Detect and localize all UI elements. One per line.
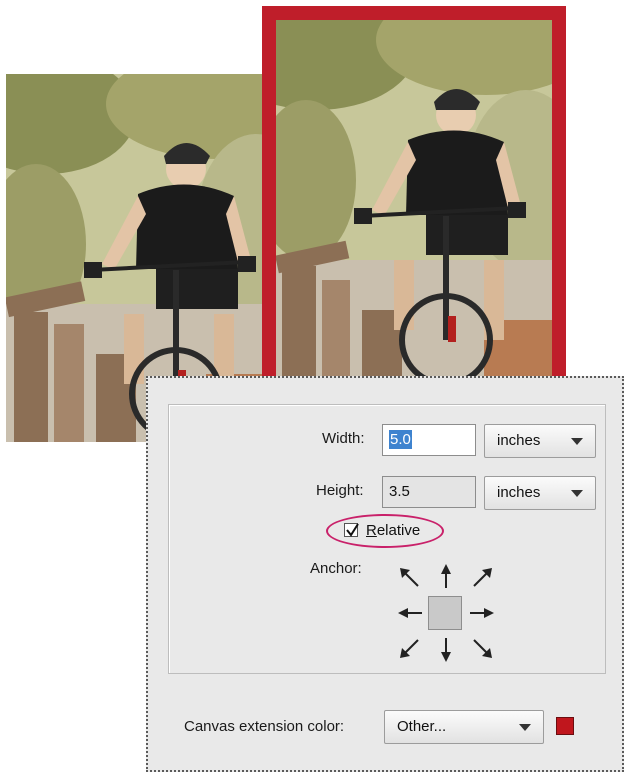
- arrow-left-icon[interactable]: [396, 599, 424, 627]
- canvas-extension-color-dropdown[interactable]: Other...: [384, 710, 544, 744]
- chevron-down-icon: [519, 724, 531, 731]
- arrow-up-right-icon[interactable]: [468, 564, 496, 592]
- extended-canvas-photo: [262, 6, 566, 402]
- arrow-down-icon[interactable]: [432, 636, 460, 664]
- canvas-size-dialog: Width: 5.0 inches Height: 3.5 inches Rel…: [146, 376, 624, 772]
- width-field[interactable]: 5.0: [382, 424, 476, 456]
- cyclist-photo-extended: [276, 20, 552, 388]
- height-label: Height:: [316, 482, 364, 499]
- relative-label: Relative: [366, 522, 421, 539]
- arrow-right-icon[interactable]: [468, 599, 496, 627]
- anchor-label: Anchor:: [310, 560, 362, 577]
- chevron-down-icon: [571, 490, 583, 497]
- width-unit-dropdown[interactable]: inches: [484, 424, 596, 458]
- width-value: 5.0: [389, 430, 412, 449]
- relative-checkbox[interactable]: [344, 523, 359, 537]
- width-label: Width:: [322, 430, 365, 447]
- arrow-up-icon[interactable]: [432, 562, 460, 590]
- height-field[interactable]: 3.5: [382, 476, 476, 508]
- arrow-down-right-icon[interactable]: [468, 634, 496, 662]
- chevron-down-icon: [571, 438, 583, 445]
- anchor-grid[interactable]: [392, 562, 500, 664]
- anchor-center-cell[interactable]: [428, 596, 462, 630]
- width-unit-value: inches: [497, 432, 541, 449]
- height-value: 3.5: [389, 483, 410, 500]
- height-unit-dropdown[interactable]: inches: [484, 476, 596, 510]
- canvas-size-illustration: Width: 5.0 inches Height: 3.5 inches Rel…: [0, 0, 628, 778]
- checkmark-icon: [346, 523, 359, 537]
- arrow-down-left-icon[interactable]: [396, 634, 424, 662]
- height-unit-value: inches: [497, 484, 541, 501]
- canvas-extension-color-label: Canvas extension color:: [184, 718, 345, 735]
- canvas-extension-color-value: Other...: [397, 718, 447, 735]
- canvas-extension-color-swatch[interactable]: [556, 717, 574, 735]
- arrow-up-left-icon[interactable]: [396, 564, 424, 592]
